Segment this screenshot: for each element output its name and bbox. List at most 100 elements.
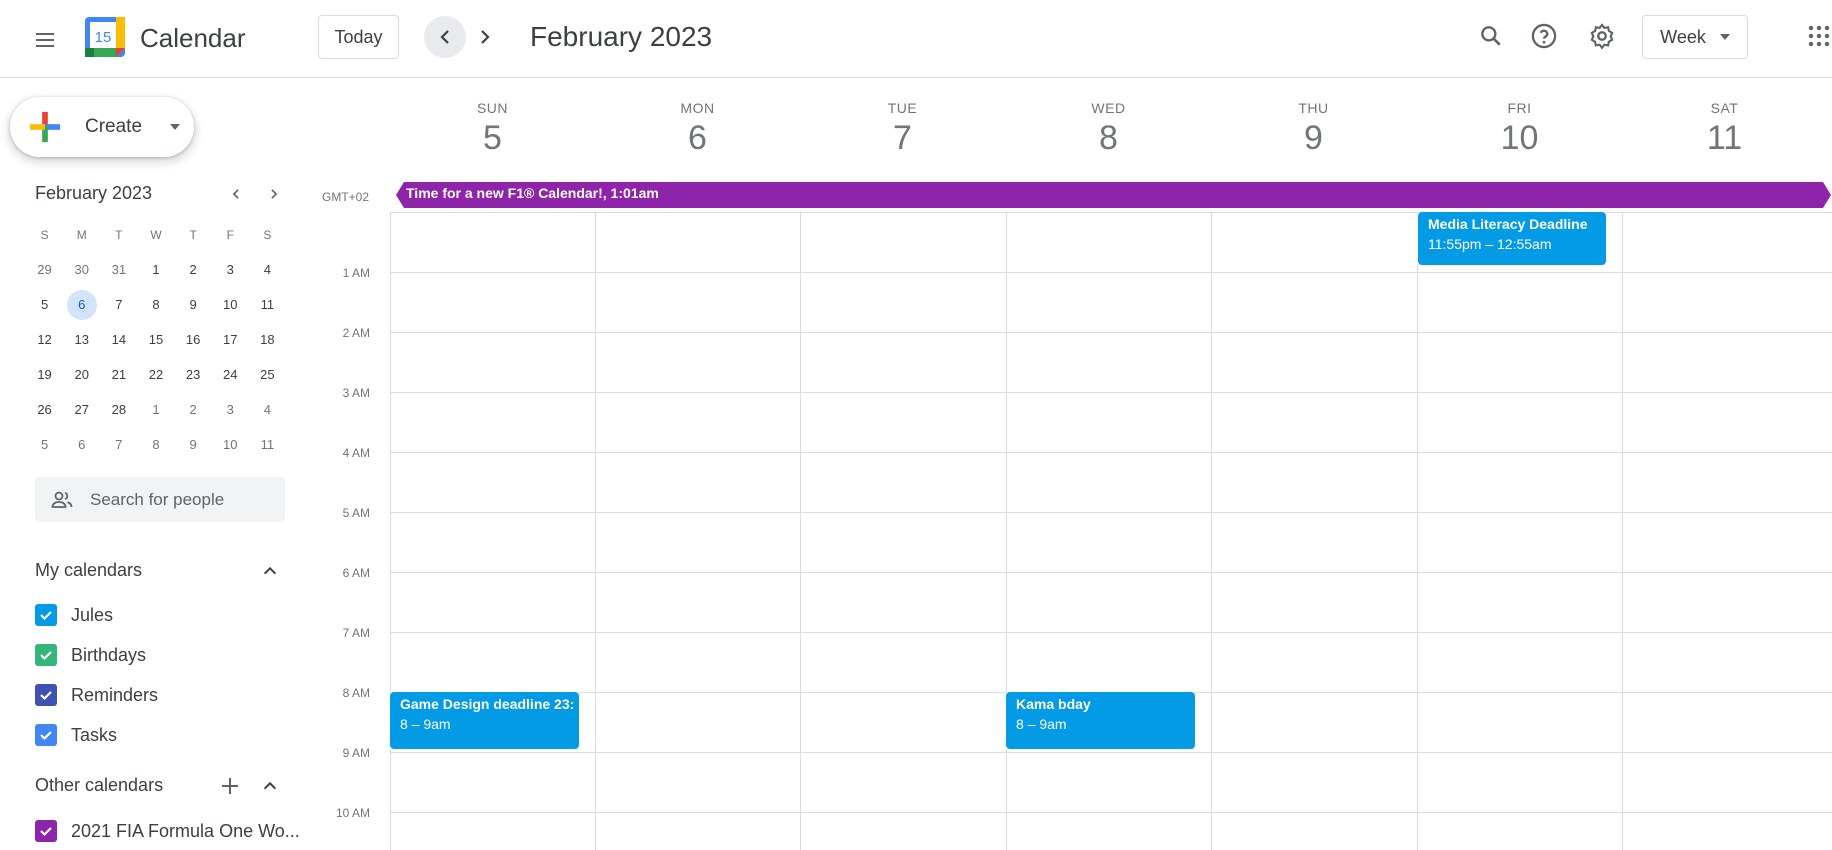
mini-day[interactable]: 9	[175, 297, 212, 312]
mini-day[interactable]: 18	[249, 332, 286, 347]
other-calendars-title[interactable]: Other calendars	[35, 775, 163, 796]
mini-day[interactable]: 10	[212, 437, 249, 452]
create-button[interactable]: Create	[10, 97, 194, 157]
calendar-item-jules[interactable]: Jules	[35, 600, 113, 630]
mini-day[interactable]: 25	[249, 367, 286, 382]
mini-day[interactable]: 28	[100, 402, 137, 417]
day-number[interactable]: 11	[1622, 118, 1827, 158]
view-selector-button[interactable]: Week	[1642, 15, 1748, 59]
add-other-calendar-button[interactable]	[218, 774, 242, 798]
mini-day[interactable]: 6	[63, 437, 100, 452]
mini-day[interactable]: 19	[26, 367, 63, 382]
mini-day[interactable]: 5	[26, 437, 63, 452]
day-header-mon[interactable]: MON 6	[595, 79, 800, 158]
mini-day[interactable]: 5	[26, 297, 63, 312]
mini-day[interactable]: 16	[175, 332, 212, 347]
mini-day[interactable]: 23	[175, 367, 212, 382]
chevron-up-icon	[263, 566, 277, 575]
day-header-sun[interactable]: SUN 5	[390, 79, 595, 158]
previous-week-button[interactable]	[424, 16, 466, 58]
mini-day[interactable]: 2	[175, 262, 212, 277]
checkbox-icon[interactable]	[35, 644, 57, 666]
day-number[interactable]: 9	[1211, 118, 1416, 158]
day-number[interactable]: 10	[1417, 118, 1622, 158]
checkbox-icon[interactable]	[35, 820, 57, 842]
mini-day[interactable]: 27	[63, 402, 100, 417]
mini-day[interactable]: 8	[137, 297, 174, 312]
day-header-wed[interactable]: WED 8	[1006, 79, 1211, 158]
mini-day[interactable]: 3	[212, 402, 249, 417]
mini-calendar-next-button[interactable]	[259, 179, 289, 209]
mini-day[interactable]: 14	[100, 332, 137, 347]
day-header-sat[interactable]: SAT 11	[1622, 79, 1827, 158]
calendar-item-birthdays[interactable]: Birthdays	[35, 640, 146, 670]
mini-day[interactable]: 2	[175, 402, 212, 417]
next-week-button[interactable]	[464, 16, 506, 58]
today-button[interactable]: Today	[318, 15, 399, 59]
hour-label: 8 AM	[342, 686, 370, 700]
day-number[interactable]: 6	[595, 118, 800, 158]
day-of-week-label: WED	[1091, 100, 1126, 116]
mini-day[interactable]: 22	[137, 367, 174, 382]
event-title: Kama bday	[1016, 696, 1091, 712]
my-calendars-title[interactable]: My calendars	[35, 560, 142, 581]
mini-day[interactable]: 7	[100, 437, 137, 452]
mini-day[interactable]: 4	[249, 262, 286, 277]
mini-day[interactable]: 10	[212, 297, 249, 312]
mini-day[interactable]: 7	[100, 297, 137, 312]
calendar-item-formula-one[interactable]: 2021 FIA Formula One Wo...	[35, 816, 300, 846]
mini-day[interactable]: 11	[249, 437, 286, 452]
day-header-thu[interactable]: THU 9	[1211, 79, 1416, 158]
mini-calendar-prev-button[interactable]	[221, 179, 251, 209]
settings-button[interactable]	[1580, 14, 1624, 58]
mini-day[interactable]: 24	[212, 367, 249, 382]
week-time-grid[interactable]: Media Literacy Deadline 11:55pm – 12:55a…	[390, 212, 1832, 850]
mini-day[interactable]: 9	[175, 437, 212, 452]
day-of-week-label: THU	[1298, 100, 1329, 116]
checkbox-icon[interactable]	[35, 604, 57, 626]
mini-day[interactable]: 29	[26, 262, 63, 277]
search-people-input[interactable]: Search for people	[35, 477, 285, 522]
calendar-item-tasks[interactable]: Tasks	[35, 720, 117, 750]
app-title: Calendar	[140, 23, 246, 53]
mini-day[interactable]: 15	[137, 332, 174, 347]
my-calendars-collapse-button[interactable]	[258, 559, 282, 583]
mini-weekday: S	[40, 227, 49, 242]
other-calendars-collapse-button[interactable]	[258, 774, 282, 798]
mini-day[interactable]: 1	[137, 402, 174, 417]
mini-day[interactable]: 31	[100, 262, 137, 277]
mini-day[interactable]: 4	[249, 402, 286, 417]
mini-day[interactable]: 8	[137, 437, 174, 452]
day-header-tue[interactable]: TUE 7	[800, 79, 1005, 158]
mini-day[interactable]: 1	[137, 262, 174, 277]
day-number[interactable]: 5	[390, 118, 595, 158]
day-header-fri[interactable]: FRI 10	[1417, 79, 1622, 158]
search-button[interactable]	[1469, 14, 1513, 58]
main-menu-button[interactable]	[21, 16, 69, 64]
calendar-logo-icon[interactable]: 15	[85, 17, 125, 57]
mini-day[interactable]: 26	[26, 402, 63, 417]
checkbox-icon[interactable]	[35, 684, 57, 706]
mini-weekday: W	[150, 227, 162, 242]
mini-day[interactable]: 11	[249, 297, 286, 312]
allday-event-title: Time for a new F1® Calendar!, 1:01am	[406, 185, 659, 201]
mini-day[interactable]: 3	[212, 262, 249, 277]
event-media-literacy-deadline[interactable]: Media Literacy Deadline 11:55pm – 12:55a…	[1418, 212, 1606, 265]
event-game-design-deadline[interactable]: Game Design deadline 23: 8 – 9am	[390, 692, 579, 749]
event-kama-bday[interactable]: Kama bday 8 – 9am	[1006, 692, 1195, 749]
mini-day[interactable]: 12	[26, 332, 63, 347]
mini-day[interactable]: 13	[63, 332, 100, 347]
google-apps-button[interactable]	[1797, 14, 1832, 58]
mini-day[interactable]: 21	[100, 367, 137, 382]
hour-divider	[390, 752, 1832, 753]
day-number[interactable]: 7	[800, 118, 1005, 158]
checkbox-icon[interactable]	[35, 724, 57, 746]
calendar-item-reminders[interactable]: Reminders	[35, 680, 158, 710]
help-button[interactable]	[1522, 14, 1566, 58]
calendar-item-label: Birthdays	[71, 644, 147, 665]
mini-day[interactable]: 20	[63, 367, 100, 382]
mini-day[interactable]: 30	[63, 262, 100, 277]
mini-day[interactable]: 17	[212, 332, 249, 347]
mini-day-today[interactable]: 6	[63, 289, 100, 320]
day-number[interactable]: 8	[1006, 118, 1211, 158]
